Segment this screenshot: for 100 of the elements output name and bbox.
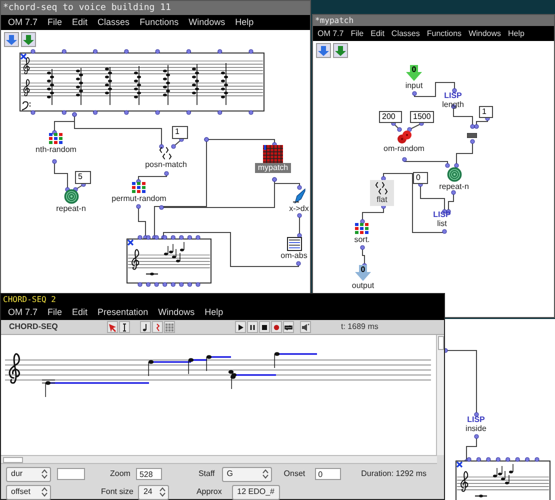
horizontal-scrollbar[interactable] [1,455,437,464]
box-label: permut-random [112,194,166,204]
value-field[interactable]: 0 [413,172,428,184]
control-label: Font size [101,486,134,498]
box-label: x->dx [289,204,309,214]
grid-button[interactable] [164,321,175,333]
menu-item[interactable]: Classes [388,26,424,41]
pause-button[interactable] [247,321,258,333]
pointer-icon [108,322,117,332]
window-title: *mypatch [313,15,554,26]
box-label: mypatch [254,163,292,173]
speaker-icon [301,322,310,332]
box-label: inside [466,424,486,434]
dots-grid-icon [48,132,64,145]
menu-item[interactable]: Windows [153,305,200,320]
play-button[interactable] [235,321,246,333]
lisp-label: LISP [467,415,485,424]
time-readout: t: 1689 ms [341,321,378,333]
scroll-thumb[interactable] [438,336,444,350]
stepper-icon [41,469,48,479]
box-label: repeat-n [56,204,86,214]
menu-item[interactable]: Classes [92,15,135,30]
menu-item[interactable]: OM 7.7 [3,15,43,30]
pointer-button[interactable] [107,321,118,333]
record-icon [272,322,281,332]
box-label: list [437,219,447,229]
dots-grid-icon [131,181,147,194]
text-cursor-button[interactable] [119,321,130,333]
menu-item[interactable]: Windows [465,26,505,41]
box-label: sort. [354,235,370,245]
control-label: Zoom [110,468,130,480]
down-arrow-icon [406,65,422,81]
menu-item[interactable]: OM 7.7 [314,26,348,41]
menu-item[interactable]: File [42,305,68,320]
box-label: om-abs [280,251,308,261]
dropdown[interactable]: G [222,466,272,482]
dropdown[interactable]: offset [6,484,51,500]
menu-item[interactable]: File [42,15,68,30]
input-field[interactable] [57,468,85,480]
note-button[interactable] [140,321,151,333]
down-arrow-icon [316,43,331,58]
value-field[interactable]: 1500 [410,111,434,123]
window-title: CHORD-SEQ 2 [1,294,444,305]
input-field[interactable]: 528 [136,468,162,480]
patch-cord [445,348,478,416]
menu-item[interactable]: Help [230,15,259,30]
quill-icon [292,188,306,204]
dropdown[interactable]: dur [6,466,51,482]
value-field[interactable]: 1 [479,106,493,118]
stop-button[interactable] [259,321,270,333]
dots-grid-icon [354,222,370,235]
menu-item[interactable]: Functions [134,15,184,30]
grid-icon [263,145,283,163]
menu-item[interactable]: Functions [423,26,466,41]
down-arrow-icon [355,265,371,281]
value-field[interactable]: 1 [172,126,188,139]
vertical-scrollbar[interactable] [436,335,444,455]
grid-icon [165,322,174,332]
menu-item[interactable]: Help [504,26,528,41]
value-field[interactable]: 5 [75,171,91,184]
patch-cord [136,204,148,240]
index-label: 0 [412,65,416,74]
menu-item[interactable]: Help [200,305,228,320]
box-label: output [352,281,374,291]
input-field[interactable]: 0 [315,468,342,480]
box-label: posn-match [145,160,187,170]
index-label: 0 [360,265,366,274]
lisp-label: LISP [433,210,451,219]
speaker-button[interactable] [300,321,311,333]
value-field[interactable]: 200 [379,111,402,123]
rest-button[interactable] [152,321,163,333]
menu-item[interactable]: Windows [184,15,230,30]
approx-button[interactable]: 12 EDO_# [232,484,280,500]
editor-label: CHORD-SEQ [8,321,59,333]
loop-button[interactable] [283,321,294,333]
stepper-icon [41,487,48,497]
control-label: Approx [196,486,222,498]
patch-cord [52,158,70,192]
menu-item[interactable]: OM 7.7 [3,305,43,320]
dice-icon [396,130,412,144]
box-label: input [405,81,423,91]
brackets-icon [159,147,173,160]
patch-cord [454,138,474,168]
menu-item[interactable]: File [347,26,368,41]
lisp-label: LISP [444,91,462,100]
spiral-icon [446,167,462,182]
play-icon [236,322,245,332]
window-title: *chord-seq to voice building 11 [1,1,310,15]
menu-item[interactable]: Edit [67,15,93,30]
spiral-icon [64,189,78,204]
record-button[interactable] [271,321,282,333]
menu-item[interactable]: Presentation [92,305,154,320]
bar-icon [467,133,477,138]
menu-item[interactable]: Edit [367,26,388,41]
scroll-thumb[interactable] [3,456,23,462]
stepper-icon [262,469,269,479]
menu-item[interactable]: Edit [67,305,93,320]
dropdown[interactable]: 24 [138,484,170,500]
down-arrow-icon [4,32,19,47]
down-arrow-icon [333,43,348,58]
